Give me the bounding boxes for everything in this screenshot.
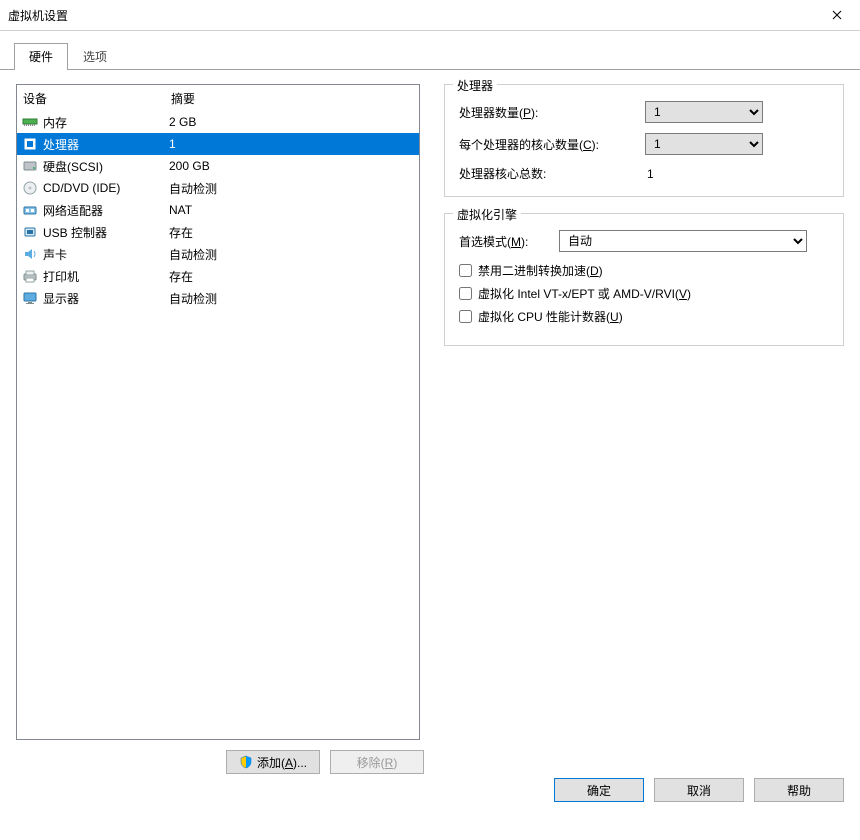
add-button-label: 添加(A)... — [257, 754, 307, 771]
memory-icon — [21, 114, 39, 130]
ok-button[interactable]: 确定 — [554, 778, 644, 802]
virtualize-vtx-label[interactable]: 虚拟化 Intel VT-x/EPT 或 AMD-V/RVI(V) — [478, 285, 691, 302]
display-icon — [21, 290, 39, 306]
cd-icon — [21, 180, 39, 196]
hw-summary: 自动检测 — [169, 290, 415, 307]
cpu-icon — [21, 136, 39, 152]
hw-summary: 存在 — [169, 268, 415, 285]
hw-name: 处理器 — [43, 136, 169, 153]
hw-summary: 存在 — [169, 224, 415, 241]
dialog-footer: 确定 取消 帮助 — [554, 778, 844, 802]
hw-summary: 自动检测 — [169, 246, 415, 263]
hardware-list-header: 设备 摘要 — [17, 85, 419, 111]
sound-icon — [21, 246, 39, 262]
virtualize-perf-counters-checkbox[interactable] — [459, 310, 472, 323]
close-button[interactable] — [814, 0, 860, 30]
title-bar: 虚拟机设置 — [0, 0, 860, 31]
virtualize-vtx-checkbox[interactable] — [459, 287, 472, 300]
hw-name: 硬盘(SCSI) — [43, 158, 169, 175]
hw-row-usb[interactable]: USB 控制器存在 — [17, 221, 419, 243]
hw-row-printer[interactable]: 打印机存在 — [17, 265, 419, 287]
hw-name: 内存 — [43, 114, 169, 131]
window-title: 虚拟机设置 — [8, 7, 68, 24]
usb-icon — [21, 224, 39, 240]
hw-row-memory[interactable]: 内存2 GB — [17, 111, 419, 133]
proc-count-select[interactable]: 1 — [645, 101, 763, 123]
hw-summary: 2 GB — [169, 115, 415, 129]
col-summary: 摘要 — [171, 90, 195, 107]
hw-row-net[interactable]: 网络适配器NAT — [17, 199, 419, 221]
col-device: 设备 — [23, 90, 171, 107]
hw-row-display[interactable]: 显示器自动检测 — [17, 287, 419, 309]
hw-summary: 自动检测 — [169, 180, 415, 197]
body-area: 设备 摘要 内存2 GB处理器1硬盘(SCSI)200 GBCD/DVD (ID… — [0, 69, 860, 814]
disk-icon — [21, 158, 39, 174]
virtualize-perf-counters-label[interactable]: 虚拟化 CPU 性能计数器(U) — [478, 308, 623, 325]
processor-legend: 处理器 — [453, 77, 497, 94]
proc-count-label: 处理器数量(P): — [459, 104, 645, 121]
hw-name: 声卡 — [43, 246, 169, 263]
tab-hardware[interactable]: 硬件 — [14, 43, 68, 70]
mode-select[interactable]: 自动 — [559, 230, 807, 252]
cores-label: 每个处理器的核心数量(C): — [459, 136, 645, 153]
hw-row-cd[interactable]: CD/DVD (IDE)自动检测 — [17, 177, 419, 199]
cancel-button[interactable]: 取消 — [654, 778, 744, 802]
virtualization-legend: 虚拟化引擎 — [453, 206, 521, 223]
printer-icon — [21, 268, 39, 284]
hw-name: 显示器 — [43, 290, 169, 307]
hw-summary: 1 — [169, 137, 415, 151]
remove-button: 移除(R) — [330, 750, 424, 774]
hw-row-disk[interactable]: 硬盘(SCSI)200 GB — [17, 155, 419, 177]
tab-row: 硬件 选项 — [0, 31, 860, 70]
processor-group: 处理器 处理器数量(P): 1 每个处理器的核心数量(C): 1 处理器核心总数… — [444, 84, 844, 197]
hw-row-sound[interactable]: 声卡自动检测 — [17, 243, 419, 265]
total-cores-label: 处理器核心总数: — [459, 165, 645, 182]
hw-row-cpu[interactable]: 处理器1 — [17, 133, 419, 155]
hardware-list: 设备 摘要 内存2 GB处理器1硬盘(SCSI)200 GBCD/DVD (ID… — [16, 84, 420, 740]
virtualization-group: 虚拟化引擎 首选模式(M): 自动 禁用二进制转换加速(D) 虚拟化 Intel… — [444, 213, 844, 346]
add-button[interactable]: 添加(A)... — [226, 750, 320, 774]
hw-name: 打印机 — [43, 268, 169, 285]
hw-name: 网络适配器 — [43, 202, 169, 219]
hw-name: CD/DVD (IDE) — [43, 181, 169, 195]
disable-binary-translation-checkbox[interactable] — [459, 264, 472, 277]
tab-options[interactable]: 选项 — [68, 43, 122, 70]
cores-select[interactable]: 1 — [645, 133, 763, 155]
mode-label: 首选模式(M): — [459, 233, 559, 250]
net-icon — [21, 202, 39, 218]
hw-name: USB 控制器 — [43, 224, 169, 241]
total-cores-value: 1 — [645, 167, 654, 181]
disable-binary-translation-label[interactable]: 禁用二进制转换加速(D) — [478, 262, 603, 279]
close-icon — [832, 10, 842, 20]
hw-summary: NAT — [169, 203, 415, 217]
remove-button-label: 移除(R) — [357, 754, 398, 771]
help-button[interactable]: 帮助 — [754, 778, 844, 802]
list-buttons: 添加(A)... 移除(R) — [226, 750, 424, 774]
hw-summary: 200 GB — [169, 159, 415, 173]
shield-icon — [239, 755, 253, 769]
